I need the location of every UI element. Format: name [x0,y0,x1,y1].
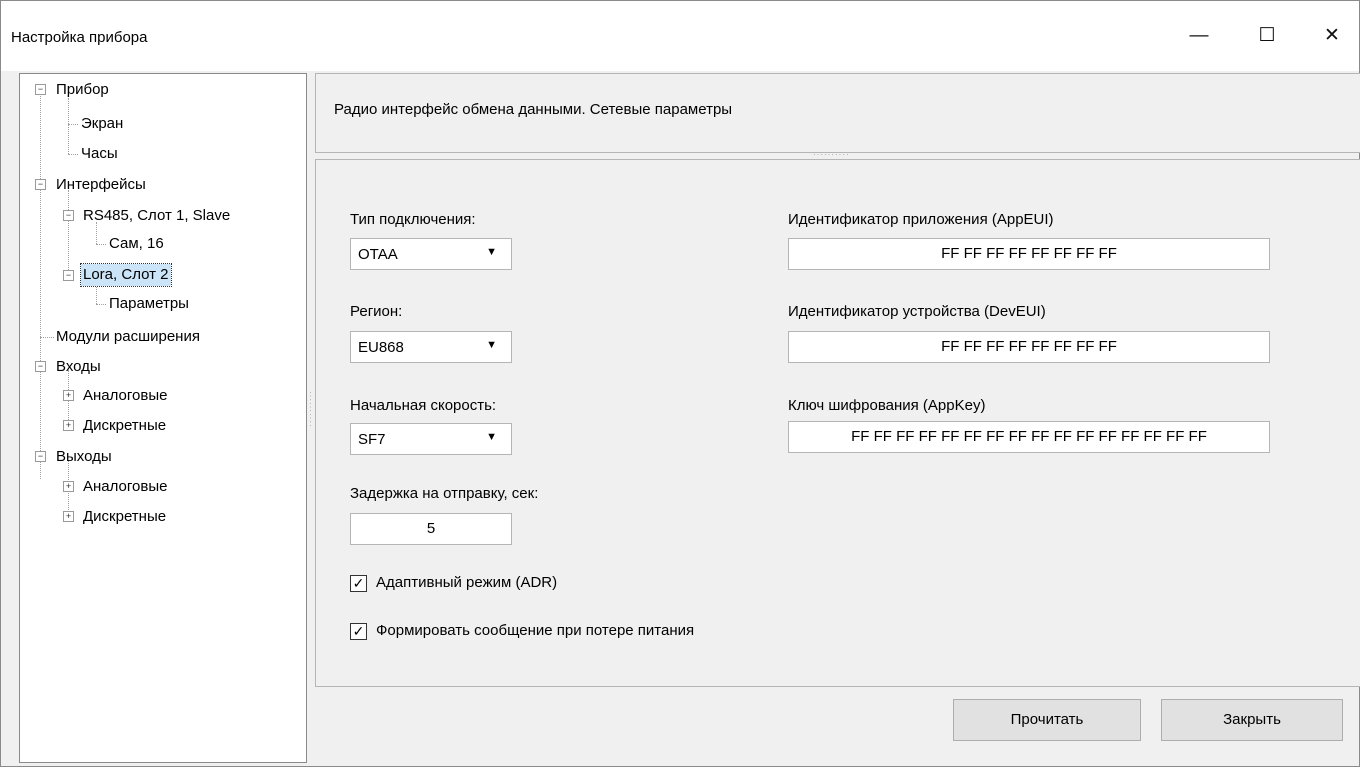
region-select[interactable]: EU868 ▼ [350,331,512,363]
read-button[interactable]: Прочитать [953,699,1141,741]
dropdown-arrow-icon: ▼ [486,246,497,258]
app-key-label: Ключ шифрования (AppKey) [788,397,986,414]
maximize-button[interactable]: ☐ [1244,1,1290,71]
tree-item-interfaces[interactable]: Интерфейсы [56,173,146,197]
collapse-icon[interactable]: − [35,179,46,190]
send-delay-label: Задержка на отправку, сек: [350,485,539,502]
app-eui-input[interactable]: FF FF FF FF FF FF FF FF [788,238,1270,270]
expand-icon[interactable]: + [63,390,74,401]
region-label: Регион: [350,303,403,320]
tree-item-outputs[interactable]: Выходы [56,445,112,469]
expand-icon[interactable]: + [63,481,74,492]
app-key-input[interactable]: FF FF FF FF FF FF FF FF FF FF FF FF FF F… [788,421,1270,453]
tree-item-expansion-modules[interactable]: Модули расширения [56,325,200,349]
adr-label[interactable]: Адаптивный режим (ADR) [376,574,557,591]
close-window-button[interactable]: ✕ [1309,1,1355,71]
vertical-splitter[interactable]: ·········· [306,391,315,428]
dropdown-arrow-icon: ▼ [486,431,497,443]
window-title: Настройка прибора [11,29,148,46]
tree-item-self-16[interactable]: Сам, 16 [109,232,164,256]
power-loss-checkbox[interactable]: ✓ [350,623,367,640]
connection-type-label: Тип подключения: [350,211,476,228]
horizontal-splitter[interactable]: ·········· [813,150,850,159]
section-title: Радио интерфейс обмена данными. Сетевые … [334,101,733,118]
tree-item-parameters[interactable]: Параметры [109,292,189,316]
start-speed-value: SF7 [358,431,386,448]
send-delay-input[interactable]: 5 [350,513,512,545]
adr-checkbox[interactable]: ✓ [350,575,367,592]
expand-icon[interactable]: + [63,511,74,522]
minimize-button[interactable]: — [1176,1,1222,71]
tree-item-inputs-analog[interactable]: Аналоговые [83,384,167,408]
collapse-icon[interactable]: − [63,270,74,281]
tree-item-screen[interactable]: Экран [81,112,123,136]
collapse-icon[interactable]: − [35,451,46,462]
tree-item-clock[interactable]: Часы [81,142,118,166]
tree-item-outputs-analog[interactable]: Аналоговые [83,475,167,499]
app-eui-label: Идентификатор приложения (AppEUI) [788,211,1054,228]
settings-window: Настройка прибора — ☐ ✕ − Прибор Экран Ч… [0,0,1360,767]
connection-type-select[interactable]: OTAA ▼ [350,238,512,270]
start-speed-select[interactable]: SF7 ▼ [350,423,512,455]
tree-item-outputs-discrete[interactable]: Дискретные [83,505,166,529]
power-loss-label[interactable]: Формировать сообщение при потере питания [376,622,694,639]
start-speed-label: Начальная скорость: [350,397,497,414]
tree-item-rs485[interactable]: RS485, Слот 1, Slave [83,204,230,228]
settings-tree[interactable]: − Прибор Экран Часы − Интерфейсы − RS485… [19,73,307,763]
tree-item-device[interactable]: Прибор [56,78,109,102]
header-panel: Радио интерфейс обмена данными. Сетевые … [315,73,1360,153]
collapse-icon[interactable]: − [63,210,74,221]
collapse-icon[interactable]: − [35,84,46,95]
region-value: EU868 [358,339,404,356]
tree-item-inputs-discrete[interactable]: Дискретные [83,414,166,438]
close-button[interactable]: Закрыть [1161,699,1343,741]
collapse-icon[interactable]: − [35,361,46,372]
tree-item-lora[interactable]: Lora, Слот 2 [80,263,172,287]
dropdown-arrow-icon: ▼ [486,339,497,351]
connection-type-value: OTAA [358,246,398,263]
title-bar: Настройка прибора — ☐ ✕ [1,1,1359,71]
dev-eui-input[interactable]: FF FF FF FF FF FF FF FF [788,331,1270,363]
parameters-panel: Тип подключения: OTAA ▼ Регион: EU868 ▼ … [315,159,1360,687]
expand-icon[interactable]: + [63,420,74,431]
dev-eui-label: Идентификатор устройства (DevEUI) [788,303,1046,320]
tree-item-inputs[interactable]: Входы [56,355,101,379]
